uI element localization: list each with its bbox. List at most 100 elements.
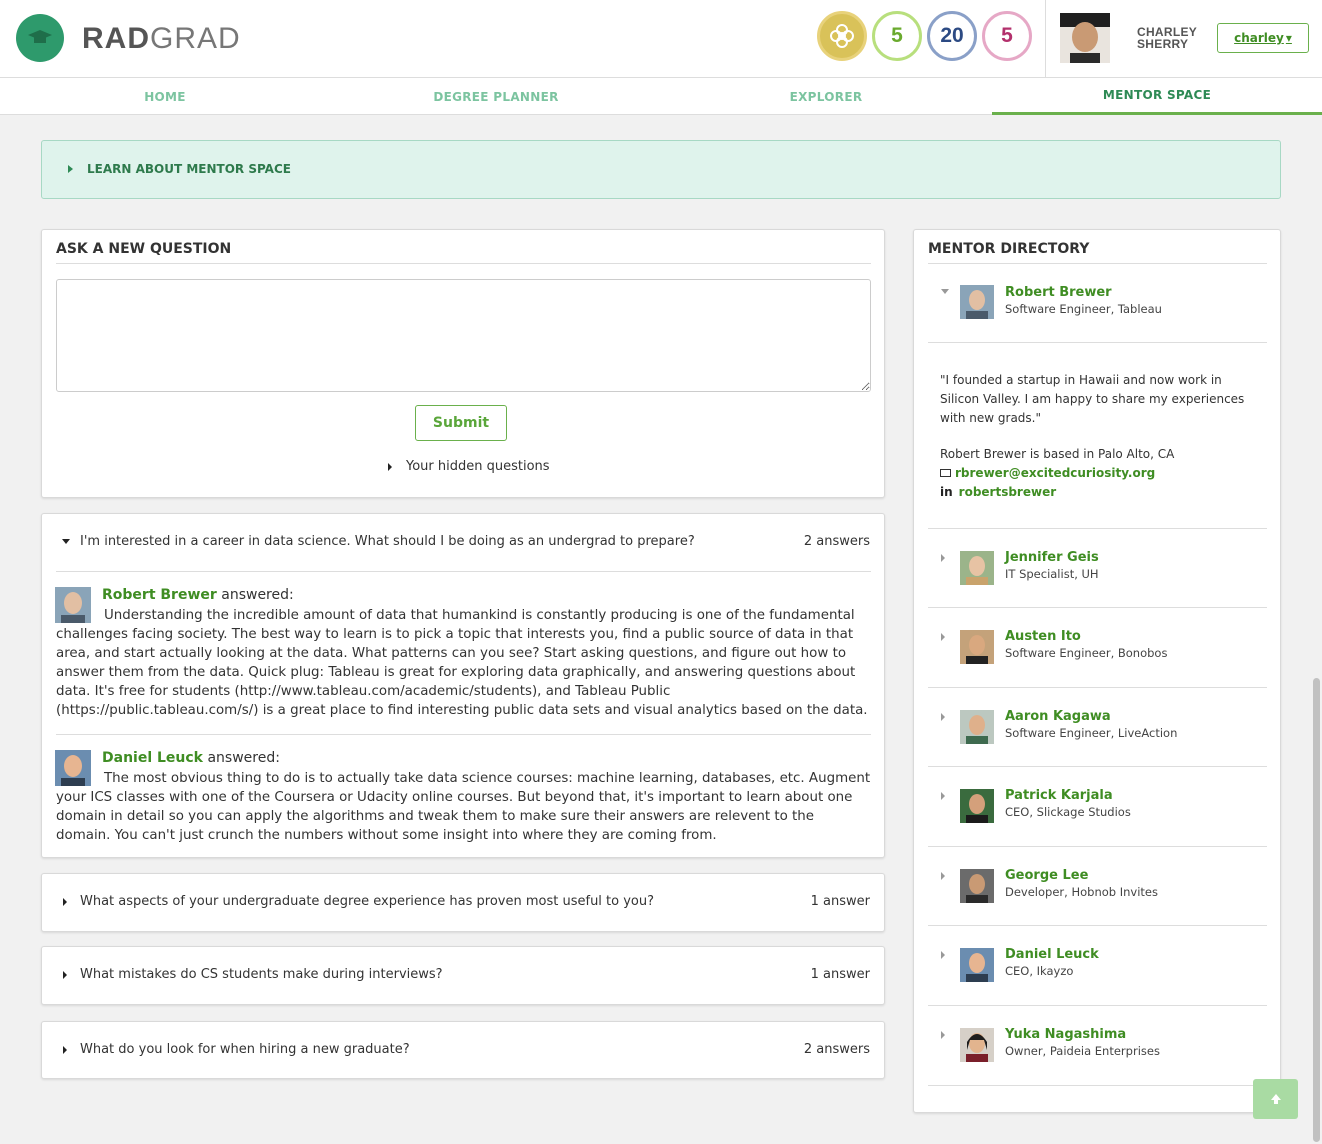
tab-home[interactable]: HOME — [0, 78, 330, 115]
question-card[interactable]: What aspects of your undergraduate degre… — [41, 873, 885, 932]
envelope-icon — [940, 469, 951, 477]
caret-right-icon — [68, 165, 73, 173]
mentor-row[interactable]: Yuka Nagashima Owner, Paideia Enterprise… — [914, 1006, 1280, 1085]
question-title[interactable]: What mistakes do CS students make during… — [80, 967, 443, 982]
top-header: RADGRAD 5 20 5 CHARLEY SHERRY charley ▾ — [0, 0, 1322, 78]
mentor-row[interactable]: Aaron Kagawa Software Engineer, LiveActi… — [914, 688, 1280, 767]
mentor-name[interactable]: Daniel Leuck — [1005, 947, 1099, 962]
avatar — [960, 1028, 994, 1062]
mentor-link[interactable]: Robert Brewer — [102, 587, 217, 603]
mentor-role: Developer, Hobnob Invites — [1005, 885, 1158, 899]
caret-right-icon — [941, 713, 945, 721]
answer-count: 1 answer — [810, 894, 870, 909]
caret-right-icon — [941, 554, 945, 562]
avatar — [960, 630, 994, 664]
mentor-name[interactable]: Austen Ito — [1005, 629, 1081, 644]
tab-explorer[interactable]: EXPLORER — [661, 78, 991, 115]
answer-count: 2 answers — [803, 1042, 870, 1057]
avatar — [960, 551, 994, 585]
main-nav: HOME DEGREE PLANNER EXPLORER MENTOR SPAC… — [0, 78, 1322, 115]
mentor-role: CEO, Ikayzo — [1005, 964, 1074, 978]
caret-right-icon — [63, 898, 67, 906]
answer-author: Robert Brewer answered: — [102, 587, 294, 603]
mentor-row[interactable]: Jennifer Geis IT Specialist, UH — [914, 529, 1280, 607]
mentor-linkedin-link[interactable]: robertsbrewer — [959, 485, 1056, 499]
flower-badge-icon[interactable] — [817, 11, 867, 61]
mentor-role: Software Engineer, Bonobos — [1005, 646, 1168, 660]
mentor-role: Software Engineer, LiveAction — [1005, 726, 1178, 740]
caret-down-icon[interactable] — [62, 539, 70, 544]
mentor-name[interactable]: Robert Brewer — [1005, 285, 1112, 300]
mentor-role: Software Engineer, Tableau — [1005, 302, 1162, 316]
divider — [928, 263, 1267, 264]
question-textarea[interactable] — [56, 279, 871, 392]
user-avatar[interactable] — [1060, 13, 1110, 63]
mentor-directory-card: MENTOR DIRECTORY Robert Brewer Software … — [913, 229, 1281, 1113]
caret-right-icon — [941, 792, 945, 800]
ice-badge-experience[interactable]: 5 — [982, 11, 1032, 61]
ice-badge-innovation[interactable]: 5 — [872, 11, 922, 61]
ask-question-title: ASK A NEW QUESTION — [56, 241, 232, 257]
mentor-email-link[interactable]: rbrewer@excitedcuriosity.org — [955, 466, 1155, 480]
caret-down-icon[interactable] — [941, 289, 949, 294]
divider — [928, 1085, 1267, 1086]
avatar — [960, 948, 994, 982]
caret-right-icon — [941, 633, 945, 641]
mentor-link[interactable]: Daniel Leuck — [102, 750, 203, 766]
learn-about-mentor-space[interactable]: LEARN ABOUT MENTOR SPACE — [41, 140, 1281, 199]
answer-body: Understanding the incredible amount of d… — [56, 608, 868, 718]
mentor-directory-title: MENTOR DIRECTORY — [928, 241, 1090, 257]
question-title[interactable]: What do you look for when hiring a new g… — [80, 1042, 410, 1057]
question-card-expanded: I'm interested in a career in data scien… — [41, 513, 885, 858]
question-card[interactable]: What do you look for when hiring a new g… — [41, 1021, 885, 1079]
divider — [56, 571, 871, 572]
mentor-linkedin-row: in robertsbrewer — [940, 485, 1056, 499]
hidden-questions-toggle[interactable]: Your hidden questions — [406, 459, 550, 474]
mentor-row[interactable]: Daniel Leuck CEO, Ikayzo — [914, 926, 1280, 1005]
avatar — [960, 789, 994, 823]
caret-right-icon — [941, 1031, 945, 1039]
brand-name[interactable]: RADGRAD — [82, 22, 241, 56]
mentor-role: Owner, Paideia Enterprises — [1005, 1044, 1160, 1058]
mentor-name[interactable]: Yuka Nagashima — [1005, 1027, 1126, 1042]
caret-right-icon — [63, 971, 67, 979]
answer-count: 2 answers — [803, 534, 870, 549]
answer-author: Daniel Leuck answered: — [102, 750, 280, 766]
mentor-location: Robert Brewer is based in Palo Alto, CA — [940, 447, 1175, 461]
avatar — [960, 710, 994, 744]
arrow-up-icon[interactable] — [1253, 1079, 1298, 1119]
mentor-row[interactable]: George Lee Developer, Hobnob Invites — [914, 847, 1280, 926]
divider — [56, 263, 871, 264]
ask-question-card: ASK A NEW QUESTION Submit Your hidden qu… — [41, 229, 885, 498]
user-menu-dropdown[interactable]: charley ▾ — [1217, 23, 1309, 53]
mentor-role: CEO, Slickage Studios — [1005, 805, 1131, 819]
mentor-name[interactable]: George Lee — [1005, 868, 1088, 883]
mentor-role: IT Specialist, UH — [1005, 567, 1099, 581]
mentor-row[interactable]: Patrick Karjala CEO, Slickage Studios — [914, 767, 1280, 846]
user-full-name: CHARLEY SHERRY — [1137, 25, 1198, 51]
question-card[interactable]: What mistakes do CS students make during… — [41, 946, 885, 1005]
mentor-name[interactable]: Patrick Karjala — [1005, 788, 1113, 803]
question-title[interactable]: I'm interested in a career in data scien… — [80, 534, 695, 549]
caret-right-icon — [941, 951, 945, 959]
mentor-name[interactable]: Aaron Kagawa — [1005, 709, 1111, 724]
tab-mentor-space[interactable]: MENTOR SPACE — [992, 78, 1322, 115]
caret-right-icon — [63, 1046, 67, 1054]
mentor-row[interactable]: Austen Ito Software Engineer, Bonobos — [914, 608, 1280, 687]
answer-count: 1 answer — [810, 967, 870, 982]
question-title[interactable]: What aspects of your undergraduate degre… — [80, 894, 654, 909]
mentor-name[interactable]: Jennifer Geis — [1005, 550, 1099, 565]
caret-right-icon — [388, 463, 392, 471]
answer-body: The most obvious thing to do is to actua… — [56, 771, 871, 843]
mentor-quote: "I founded a startup in Hawaii and now w… — [940, 373, 1245, 425]
submit-button[interactable]: Submit — [415, 405, 507, 441]
mentor-email-row: rbrewer@excitedcuriosity.org — [940, 466, 1155, 480]
ice-badge-competency[interactable]: 20 — [927, 11, 977, 61]
tab-degree-planner[interactable]: DEGREE PLANNER — [331, 78, 661, 115]
avatar — [960, 869, 994, 903]
page-scrollbar[interactable] — [1313, 678, 1320, 1142]
avatar — [960, 285, 994, 319]
divider — [56, 734, 871, 735]
radgrad-logo-icon[interactable] — [16, 14, 64, 62]
divider — [928, 342, 1267, 343]
